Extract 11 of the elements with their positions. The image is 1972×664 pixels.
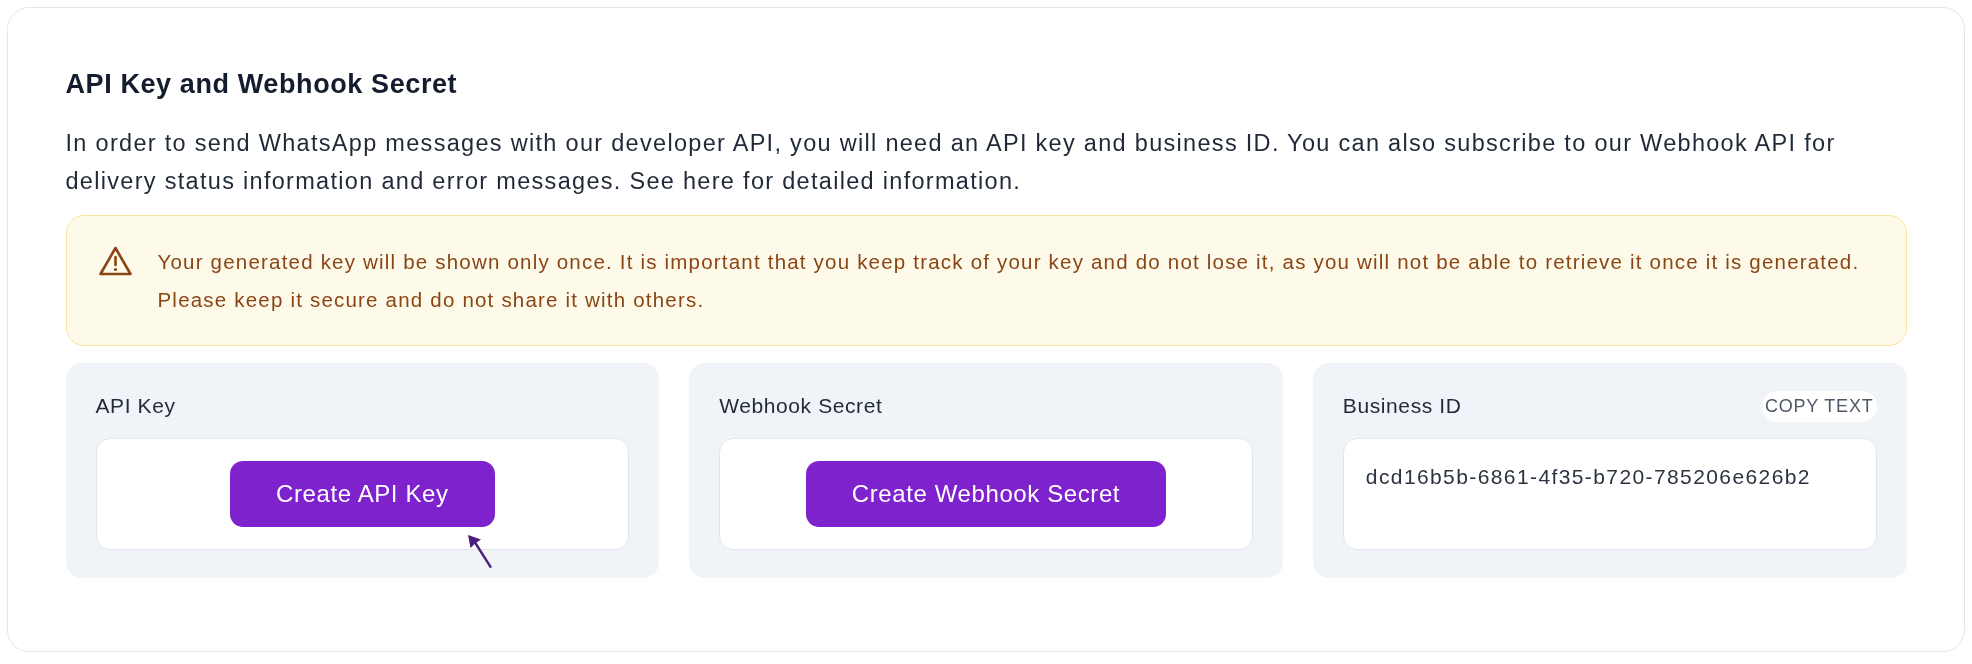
copy-button[interactable]: COPY TEXT (1761, 390, 1877, 422)
warning-icon (97, 245, 133, 277)
create-button[interactable]: Create API Key (230, 461, 495, 527)
card-label: Webhook Secret (719, 394, 883, 418)
warning-message: Your generated key will be shown only once. It is important that you keep track of your key and do not lose it, as you will not be able to retrieve it once it is generated. Please keep it secure and do not share it with others. (157, 249, 1861, 313)
section-title: API Key and Webhook Secret (65, 69, 459, 99)
business-id-field[interactable]: dcd16b5b-6861-4f35-b720-785206e626b2 (1342, 438, 1877, 550)
create-button[interactable]: Create Webhook Secret (805, 461, 1167, 527)
section-description: In order to send WhatsApp messages with our developer API, you will need an API key and business ID. You can also subscribe to our Webhook API for delivery status information and error messages. See here for detailed information. (65, 129, 1837, 196)
card-label: API Key (95, 394, 176, 418)
card-label: Business ID (1342, 394, 1462, 418)
